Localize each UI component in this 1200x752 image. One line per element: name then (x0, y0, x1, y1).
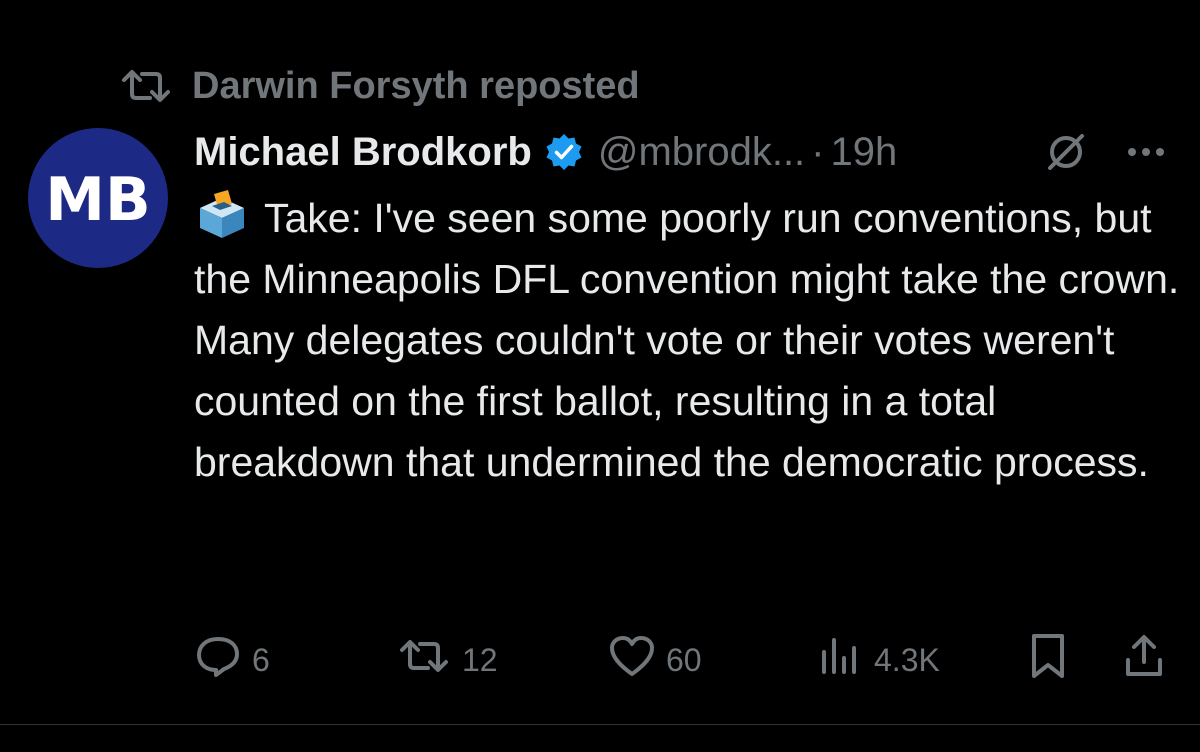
views-chart-icon (816, 634, 874, 686)
views-button[interactable]: 4.3K (816, 630, 940, 690)
share-button[interactable] (1122, 630, 1176, 690)
like-count: 60 (666, 641, 702, 678)
timestamp[interactable]: 19h (831, 130, 898, 175)
reply-icon (194, 634, 252, 686)
like-button[interactable]: 60 (608, 630, 702, 690)
repost-text[interactable]: Darwin Forsyth reposted (192, 65, 640, 108)
ballot-box-icon (194, 190, 250, 240)
views-count: 4.3K (874, 641, 940, 678)
tweet-header: Michael Brodkorb @mbrodk... · 19h (194, 124, 1184, 180)
avatar[interactable]: MB (28, 128, 168, 268)
heart-icon (608, 634, 666, 686)
more-options-icon[interactable] (1122, 140, 1170, 164)
repost-action-icon (396, 636, 462, 684)
tweet-body: Take: I've seen some poorly run conventi… (194, 195, 1180, 485)
tweet-text: Take: I've seen some poorly run conventi… (194, 188, 1184, 493)
divider (0, 724, 1200, 725)
grok-icon[interactable] (1044, 130, 1088, 174)
reply-button[interactable]: 6 (194, 630, 270, 690)
bookmark-button[interactable] (1026, 630, 1080, 690)
repost-count: 12 (462, 641, 498, 678)
avatar-text: MB (45, 165, 150, 235)
tweet-card[interactable]: Darwin Forsyth reposted MB Michael Brodk… (0, 0, 1200, 752)
user-handle[interactable]: @mbrodk... (598, 130, 805, 175)
repost-button[interactable]: 12 (396, 630, 498, 690)
separator-dot: · (811, 129, 825, 174)
reply-count: 6 (252, 641, 270, 678)
verified-badge-icon[interactable] (544, 132, 584, 172)
repost-icon (118, 66, 174, 106)
bookmark-icon (1026, 632, 1080, 688)
action-bar: 6 12 60 4.3K (194, 630, 1184, 690)
avatar-logo: MB (45, 165, 150, 235)
repost-indicator: Darwin Forsyth reposted (118, 62, 640, 110)
display-name[interactable]: Michael Brodkorb (194, 130, 532, 175)
share-icon (1122, 632, 1176, 688)
